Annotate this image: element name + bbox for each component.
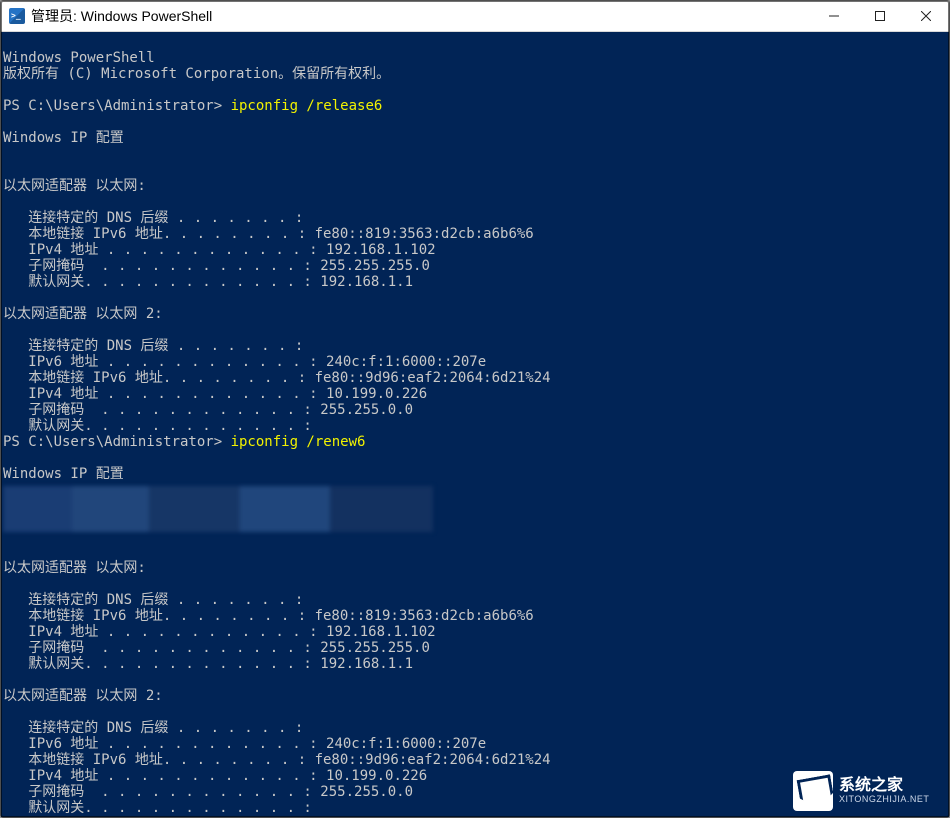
window-title: 管理员: Windows PowerShell <box>31 1 811 31</box>
a2-subnet: 子网掩码 . . . . . . . . . . . . : 255.255.0… <box>3 402 413 418</box>
prompt-line-2: PS C:\Users\Administrator> ipconfig /ren… <box>3 434 365 450</box>
adapter2b-header: 以太网适配器 以太网 2: <box>3 688 163 704</box>
ipconfig-header: Windows IP 配置 <box>3 130 124 146</box>
a1-subnet: 子网掩码 . . . . . . . . . . . . : 255.255.2… <box>3 258 430 274</box>
b1-dns: 连接特定的 DNS 后缀 . . . . . . . : <box>3 592 303 608</box>
close-button[interactable] <box>903 1 949 31</box>
maximize-button[interactable] <box>857 1 903 31</box>
a2-ipv4: IPv4 地址 . . . . . . . . . . . . : 10.199… <box>3 386 427 402</box>
adapter1b-header: 以太网适配器 以太网: <box>3 560 146 576</box>
b1-gateway: 默认网关. . . . . . . . . . . . . : 192.168.… <box>3 656 413 672</box>
watermark: 系统之家 XITONGZHIJIA.NET <box>793 771 943 811</box>
banner-line2: 版权所有 (C) Microsoft Corporation。保留所有权利。 <box>3 66 390 82</box>
adapter1-header: 以太网适配器 以太网: <box>3 178 146 194</box>
console-output[interactable]: Windows PowerShell 版权所有 (C) Microsoft Co… <box>1 32 949 817</box>
b1-ipv6-link: 本地链接 IPv6 地址. . . . . . . . : fe80::819:… <box>3 608 534 624</box>
ipconfig-header-2: Windows IP 配置 <box>3 466 124 482</box>
b2-dns: 连接特定的 DNS 后缀 . . . . . . . : <box>3 720 303 736</box>
b2-subnet: 子网掩码 . . . . . . . . . . . . : 255.255.0… <box>3 784 413 800</box>
redacted-region <box>3 486 433 532</box>
powershell-window: 管理员: Windows PowerShell Windows PowerShe… <box>0 0 950 818</box>
banner-line1: Windows PowerShell <box>3 50 155 66</box>
powershell-icon <box>9 8 25 24</box>
a2-dns: 连接特定的 DNS 后缀 . . . . . . . : <box>3 338 303 354</box>
window-controls <box>811 1 949 31</box>
a1-gateway: 默认网关. . . . . . . . . . . . . : 192.168.… <box>3 274 413 290</box>
watermark-title: 系统之家 <box>839 778 929 794</box>
b1-ipv4: IPv4 地址 . . . . . . . . . . . . : 192.16… <box>3 624 436 640</box>
command-1: ipconfig /release6 <box>231 98 383 114</box>
b2-ipv4: IPv4 地址 . . . . . . . . . . . . : 10.199… <box>3 768 427 784</box>
watermark-subtitle: XITONGZHIJIA.NET <box>839 794 929 804</box>
a1-dns: 连接特定的 DNS 后缀 . . . . . . . : <box>3 210 303 226</box>
minimize-button[interactable] <box>811 1 857 31</box>
b2-ipv6: IPv6 地址 . . . . . . . . . . . . : 240c:f… <box>3 736 486 752</box>
prompt-line-1: PS C:\Users\Administrator> ipconfig /rel… <box>3 98 382 114</box>
a2-gateway: 默认网关. . . . . . . . . . . . . : <box>3 418 312 434</box>
command-2: ipconfig /renew6 <box>231 434 366 450</box>
a1-ipv6-link: 本地链接 IPv6 地址. . . . . . . . : fe80::819:… <box>3 226 534 242</box>
a1-ipv4: IPv4 地址 . . . . . . . . . . . . : 192.16… <box>3 242 436 258</box>
a2-ipv6: IPv6 地址 . . . . . . . . . . . . : 240c:f… <box>3 354 486 370</box>
b2-ipv6-link: 本地链接 IPv6 地址. . . . . . . . : fe80::9d96… <box>3 752 551 768</box>
watermark-logo-icon <box>793 771 833 811</box>
prompt-line-3[interactable]: PS C:\Users\Administrator> <box>3 816 239 817</box>
adapter2-header: 以太网适配器 以太网 2: <box>3 306 163 322</box>
a2-ipv6-link: 本地链接 IPv6 地址. . . . . . . . : fe80::9d96… <box>3 370 551 386</box>
b1-subnet: 子网掩码 . . . . . . . . . . . . : 255.255.2… <box>3 640 430 656</box>
b2-gateway: 默认网关. . . . . . . . . . . . . : <box>3 800 312 816</box>
titlebar[interactable]: 管理员: Windows PowerShell <box>1 1 949 32</box>
